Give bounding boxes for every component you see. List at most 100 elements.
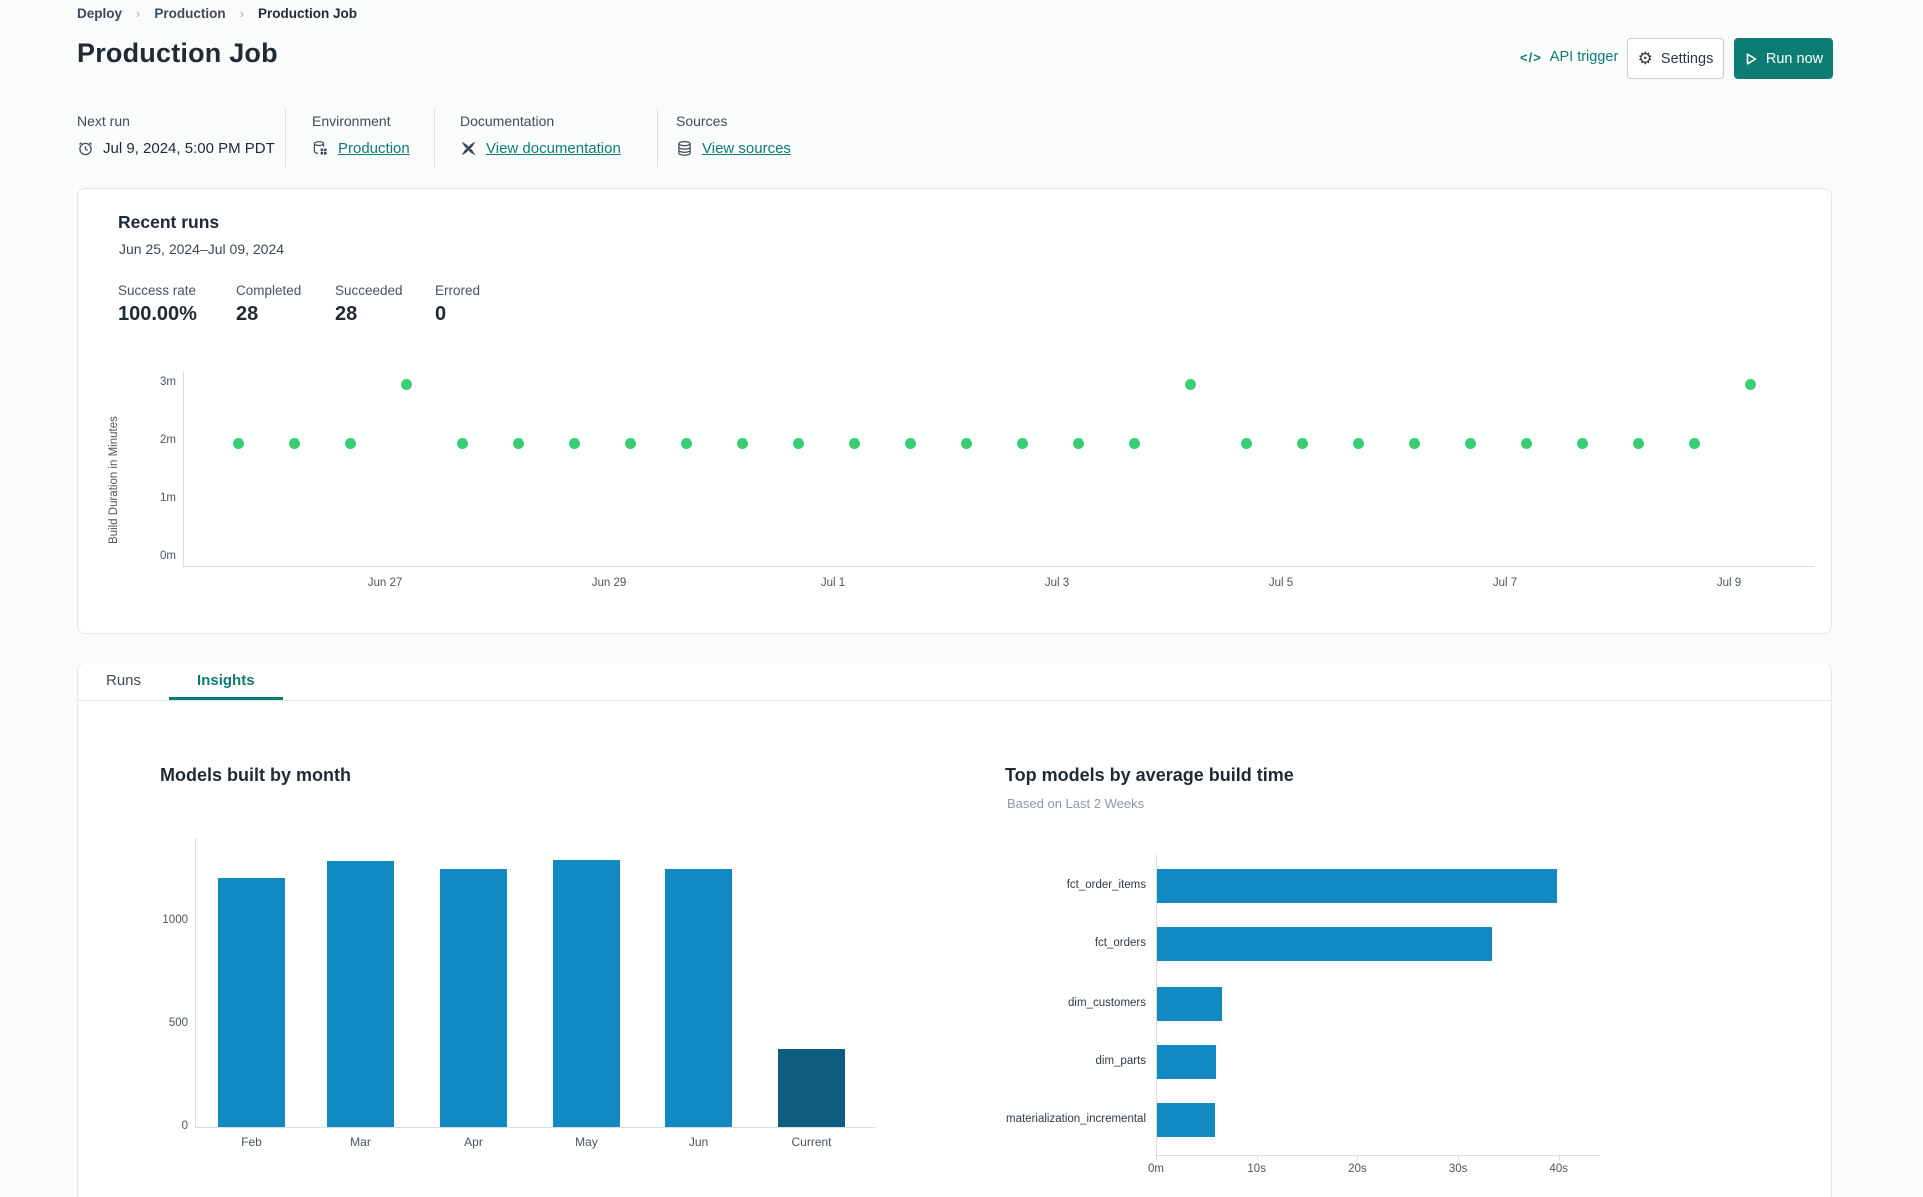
run-data-point <box>400 379 412 391</box>
run-data-point <box>288 438 300 450</box>
top-models-title: Top models by average build time <box>1005 765 1294 785</box>
scatter-x-tick: Jul 3 <box>1044 577 1070 589</box>
run-data-point <box>1744 379 1756 391</box>
mbm-bar-apr <box>440 869 507 1127</box>
mbm-x-tick: Feb <box>241 1135 262 1149</box>
api-trigger-link[interactable]: </> API trigger <box>1520 49 1618 65</box>
run-data-point <box>736 438 748 450</box>
top-x-tick-mark <box>1357 1155 1359 1160</box>
next-run-label: Next run <box>77 113 130 129</box>
run-data-point <box>624 438 636 450</box>
stat-completed: Completed 28 <box>236 283 301 326</box>
recent-runs-title: Recent runs <box>118 212 220 232</box>
view-sources-link[interactable]: View sources <box>702 140 791 157</box>
view-documentation-link[interactable]: View documentation <box>486 140 621 157</box>
top-x-tick: 0m <box>1148 1163 1164 1175</box>
mbm-x-tick: Mar <box>350 1135 371 1149</box>
sources-label: Sources <box>676 113 728 129</box>
stat-value: 100.00% <box>118 303 197 325</box>
breadcrumb-item-production-job: Production Job <box>257 6 357 21</box>
sources-database-icon <box>676 140 693 157</box>
run-data-point <box>568 438 580 450</box>
tab-bar: Runs Insights <box>78 663 1831 701</box>
run-data-point <box>1184 379 1196 391</box>
run-now-label: Run now <box>1765 50 1824 67</box>
run-data-point <box>848 438 860 450</box>
stat-label: Errored <box>435 283 481 298</box>
scatter-x-tick: Jul 5 <box>1268 577 1294 589</box>
code-icon: </> <box>1520 49 1542 65</box>
run-data-point <box>1128 438 1140 450</box>
top-model-bar-fct_order_items <box>1157 869 1557 903</box>
run-data-point <box>1016 438 1028 450</box>
breadcrumb-item-deploy[interactable]: Deploy <box>77 6 122 21</box>
top-x-tick-mark <box>1458 1155 1460 1160</box>
top-model-bar-fct_orders <box>1157 927 1492 961</box>
stat-success-rate: Success rate 100.00% <box>118 283 197 326</box>
mbm-bar-jun <box>665 869 732 1127</box>
run-data-point <box>904 438 916 450</box>
breadcrumb-separator-icon: › <box>136 6 141 21</box>
environment-label: Environment <box>312 113 391 129</box>
run-data-point <box>1240 438 1252 450</box>
run-data-point <box>456 438 468 450</box>
run-data-point <box>512 438 524 450</box>
scatter-x-axis-line <box>183 566 1815 567</box>
stat-succeeded: Succeeded 28 <box>335 283 403 326</box>
mbm-bar-may <box>553 860 620 1127</box>
run-data-point <box>232 438 244 450</box>
top-model-label: fct_orders <box>1094 937 1146 949</box>
top-model-label: dim_parts <box>1095 1055 1147 1067</box>
stat-label: Success rate <box>118 283 197 298</box>
stat-value: 0 <box>435 303 447 325</box>
mbm-x-tick: Apr <box>464 1135 483 1149</box>
top-models-subtitle: Based on Last 2 Weeks <box>1007 796 1145 811</box>
run-data-point <box>1632 438 1644 450</box>
alarm-clock-icon <box>77 140 94 157</box>
mbm-y-tick: 1000 <box>162 913 188 926</box>
models-built-y-axis-line <box>195 838 196 1128</box>
scatter-x-tick: Jun 27 <box>367 577 403 589</box>
run-data-point <box>680 438 692 450</box>
recent-runs-card <box>77 188 1832 634</box>
run-data-point <box>1688 438 1700 450</box>
top-model-label: fct_order_items <box>1066 879 1146 891</box>
tab-runs[interactable]: Runs <box>78 663 169 700</box>
run-data-point <box>1072 438 1084 450</box>
documentation-value-row: View documentation <box>460 140 621 157</box>
top-model-bar-materialization_incremental <box>1157 1103 1215 1137</box>
settings-label: Settings <box>1660 50 1714 67</box>
run-data-point <box>1408 438 1420 450</box>
models-built-x-axis-line <box>195 1127 875 1128</box>
breadcrumb-separator-icon: › <box>239 6 244 21</box>
top-model-label: materialization_incremental <box>1006 1113 1146 1125</box>
top-x-tick: 40s <box>1549 1163 1569 1175</box>
top-x-tick-mark <box>1558 1155 1560 1160</box>
breadcrumb-item-production[interactable]: Production <box>154 6 225 21</box>
mbm-bar-mar <box>327 861 394 1127</box>
stat-value: 28 <box>335 303 358 325</box>
models-built-title: Models built by month <box>160 765 351 785</box>
top-x-tick: 20s <box>1348 1163 1367 1175</box>
divider <box>657 109 658 167</box>
scatter-x-tick: Jun 29 <box>591 577 627 589</box>
stat-errored: Errored 0 <box>435 283 480 326</box>
environment-link[interactable]: Production <box>338 140 410 157</box>
top-model-label: dim_customers <box>1068 997 1146 1009</box>
settings-button[interactable]: ⚙ Settings <box>1627 38 1724 79</box>
mbm-bar-current <box>778 1049 845 1127</box>
top-x-tick-mark <box>1156 1155 1157 1160</box>
page-title: Production Job <box>77 38 278 68</box>
production-job-page: Deploy › Production › Production Job Product… <box>0 0 1923 1197</box>
tab-insights[interactable]: Insights <box>169 663 283 700</box>
environment-database-icon <box>312 140 329 157</box>
top-model-bar-dim_customers <box>1157 987 1222 1021</box>
top-x-tick-mark <box>1256 1155 1258 1160</box>
sources-value-row: View sources <box>676 140 791 157</box>
run-now-button[interactable]: Run now <box>1734 38 1833 79</box>
scatter-y-axis-title: Build Duration in Minutes <box>108 416 120 544</box>
run-data-point <box>1464 438 1476 450</box>
top-x-tick: 10s <box>1247 1163 1266 1175</box>
next-run-value: Jul 9, 2024, 5:00 PM PDT <box>103 140 275 157</box>
run-data-point <box>1576 438 1588 450</box>
